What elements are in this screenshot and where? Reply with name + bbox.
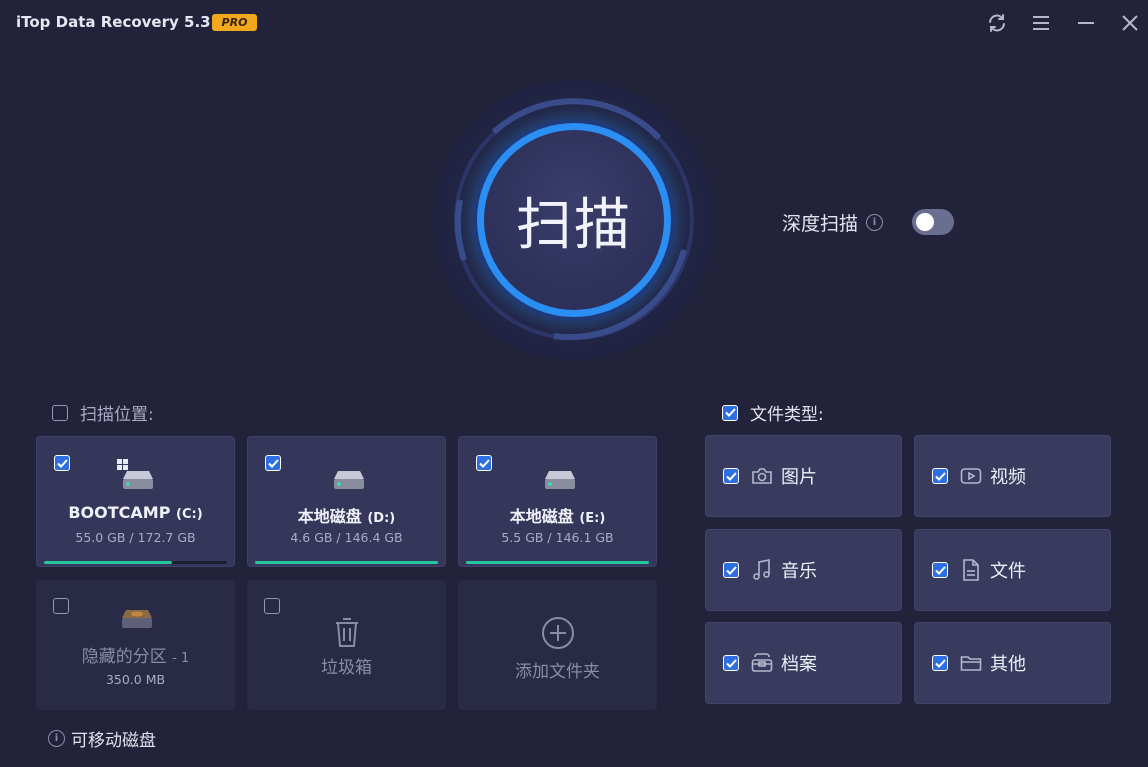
hidden-partition-card[interactable]: 隐藏的分区 - 1 350.0 MB <box>36 580 235 710</box>
drive-card-e[interactable]: 本地磁盘 (E:) 5.5 GB / 146.1 GB <box>458 436 657 567</box>
check-icon <box>724 408 736 417</box>
drive-e-name: 本地磁盘 (E:) <box>509 507 606 526</box>
drive-c-name: BOOTCAMP (C:) <box>68 503 203 522</box>
drive-c-usage-bar <box>44 561 227 564</box>
hard-drive-icon <box>545 471 575 489</box>
minimize-icon <box>1078 22 1094 24</box>
refresh-button[interactable] <box>982 8 1012 38</box>
drive-card-d[interactable]: 本地磁盘 (D:) 4.6 GB / 146.4 GB <box>247 436 446 567</box>
toggle-knob <box>916 213 934 231</box>
others-label: 其他 <box>990 654 1026 675</box>
scan-button[interactable]: 扫描 <box>477 123 671 317</box>
info-icon[interactable]: i <box>866 213 884 231</box>
drive-e-size: 5.5 GB / 146.1 GB <box>501 530 614 545</box>
drive-e-usage-bar <box>466 561 649 564</box>
check-icon <box>478 458 490 468</box>
drive-d-checkbox[interactable] <box>265 455 281 471</box>
plus-circle-icon <box>542 617 574 649</box>
file-types-checkbox[interactable] <box>722 404 738 421</box>
drive-d-size: 4.6 GB / 146.4 GB <box>290 530 403 545</box>
add-folder-card[interactable]: 添加文件夹 <box>458 580 657 710</box>
deep-scan-option: 深度扫描 i <box>782 209 884 235</box>
drive-e-checkbox[interactable] <box>476 455 492 471</box>
archives-label: 档案 <box>781 654 817 675</box>
close-icon <box>1122 15 1138 31</box>
menu-icon <box>1033 16 1049 30</box>
recycle-bin-label: 垃圾箱 <box>321 658 372 678</box>
file-type-archives[interactable]: 档案 <box>705 622 902 704</box>
folder-icon <box>960 652 982 674</box>
drive-c-usage-fill <box>44 561 173 564</box>
file-type-music[interactable]: 音乐 <box>705 529 902 611</box>
file-types-header: 文件类型: <box>722 400 824 425</box>
check-icon <box>267 458 279 468</box>
recycle-bin-checkbox[interactable] <box>264 598 280 614</box>
video-icon <box>960 465 982 487</box>
archive-icon <box>751 652 773 674</box>
menu-button[interactable] <box>1026 8 1056 38</box>
documents-checkbox[interactable] <box>932 562 948 578</box>
check-icon <box>725 658 737 668</box>
images-checkbox[interactable] <box>723 468 739 484</box>
scan-area: 扫描 <box>434 80 714 360</box>
file-type-images[interactable]: 图片 <box>705 435 902 517</box>
scan-location-label: 扫描位置: <box>80 405 154 425</box>
add-folder-label: 添加文件夹 <box>515 662 600 682</box>
drive-c-checkbox[interactable] <box>54 455 70 471</box>
title-bar: iTop Data Recovery 5.3 PRO <box>0 0 1148 46</box>
camera-icon <box>751 465 773 487</box>
hidden-drive-icon <box>122 610 152 628</box>
file-type-documents[interactable]: 文件 <box>914 529 1111 611</box>
recycle-bin-card[interactable]: 垃圾箱 <box>247 580 446 710</box>
system-drive-icon <box>117 459 153 489</box>
scan-location-checkbox[interactable] <box>52 404 68 421</box>
check-icon <box>934 658 946 668</box>
scan-location-header: 扫描位置: <box>52 400 154 425</box>
check-icon <box>725 565 737 575</box>
check-icon <box>934 471 946 481</box>
removable-disk-label: 可移动磁盘 <box>71 731 156 751</box>
check-icon <box>56 458 68 468</box>
hard-drive-icon <box>334 471 364 489</box>
videos-checkbox[interactable] <box>932 468 948 484</box>
others-checkbox[interactable] <box>932 655 948 671</box>
info-icon: i <box>48 730 65 747</box>
app-title: iTop Data Recovery 5.3 <box>16 13 211 31</box>
drive-d-usage-fill <box>255 561 438 564</box>
images-label: 图片 <box>781 467 817 488</box>
refresh-icon <box>989 14 1005 32</box>
documents-label: 文件 <box>990 561 1026 582</box>
archives-checkbox[interactable] <box>723 655 739 671</box>
pro-badge: PRO <box>212 14 257 31</box>
trash-icon <box>336 618 358 647</box>
drive-c-size: 55.0 GB / 172.7 GB <box>75 530 196 545</box>
drive-e-usage-fill <box>466 561 649 564</box>
scan-button-label: 扫描 <box>516 192 632 258</box>
check-icon <box>934 565 946 575</box>
drive-d-name: 本地磁盘 (D:) <box>297 507 396 526</box>
removable-disk-link[interactable]: i 可移动磁盘 <box>48 726 156 751</box>
drive-d-usage-bar <box>255 561 438 564</box>
close-button[interactable] <box>1115 8 1145 38</box>
videos-label: 视频 <box>990 467 1026 488</box>
hidden-partition-checkbox[interactable] <box>53 598 69 614</box>
file-type-videos[interactable]: 视频 <box>914 435 1111 517</box>
file-type-others[interactable]: 其他 <box>914 622 1111 704</box>
hidden-partition-name: 隐藏的分区 - 1 <box>81 647 190 667</box>
file-types-label: 文件类型: <box>750 405 824 425</box>
hidden-partition-size: 350.0 MB <box>105 672 166 687</box>
minimize-button[interactable] <box>1071 8 1101 38</box>
deep-scan-label: 深度扫描 <box>782 212 859 235</box>
check-icon <box>725 471 737 481</box>
document-icon <box>960 559 982 581</box>
drive-card-c[interactable]: BOOTCAMP (C:) 55.0 GB / 172.7 GB <box>36 436 235 567</box>
deep-scan-toggle[interactable] <box>912 209 954 235</box>
music-icon <box>751 559 773 581</box>
music-checkbox[interactable] <box>723 562 739 578</box>
music-label: 音乐 <box>781 561 817 582</box>
